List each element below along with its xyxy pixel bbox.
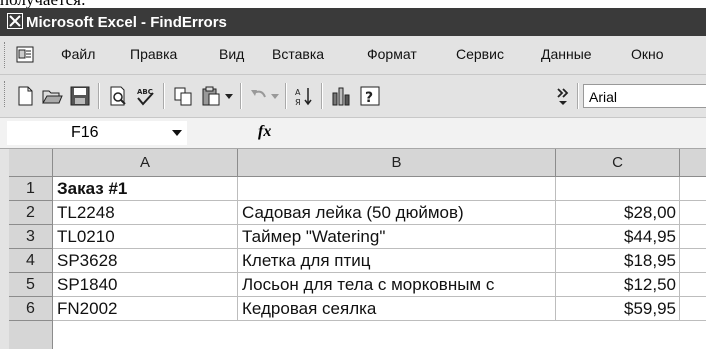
- name-box[interactable]: F16: [7, 121, 187, 145]
- menu-format[interactable]: Формат: [367, 46, 417, 62]
- cell-d1[interactable]: [680, 177, 706, 201]
- cell-c5[interactable]: $12,50: [556, 273, 680, 297]
- column-header-b[interactable]: B: [238, 149, 556, 177]
- help-icon[interactable]: ?: [359, 85, 381, 107]
- sort-icon[interactable]: AЯ: [293, 85, 315, 107]
- copy-icon[interactable]: [172, 85, 194, 107]
- cell-a5[interactable]: SP1840: [53, 273, 238, 297]
- menu-tools[interactable]: Сервис: [456, 46, 504, 62]
- row-header[interactable]: 5: [9, 273, 53, 297]
- cell-d6[interactable]: [680, 297, 706, 321]
- cell-a3[interactable]: TL0210: [53, 225, 238, 249]
- undo-icon[interactable]: [248, 85, 270, 107]
- cell-b4[interactable]: Клетка для птиц: [238, 249, 556, 273]
- paste-icon[interactable]: [200, 85, 222, 107]
- formula-bar: F16 fx: [0, 118, 706, 149]
- cell-a4[interactable]: SP3628: [53, 249, 238, 273]
- row-header[interactable]: 4: [9, 249, 53, 273]
- worksheet-grid: A B C 1 Заказ #1 2 TL2248 Садовая лейка …: [0, 149, 706, 349]
- toolbar-separator: [577, 83, 579, 109]
- function-icon[interactable]: fx: [258, 123, 271, 141]
- select-all-corner[interactable]: [9, 149, 53, 177]
- cell-d2[interactable]: [680, 201, 706, 225]
- toolbar-separator: [163, 83, 165, 109]
- toolbar-separator: [240, 83, 242, 109]
- svg-text:Я: Я: [295, 98, 301, 107]
- cell-c3[interactable]: $44,95: [556, 225, 680, 249]
- row-header[interactable]: 2: [9, 201, 53, 225]
- menu-grip[interactable]: [4, 42, 7, 68]
- cell-a2[interactable]: TL2248: [53, 201, 238, 225]
- menu-window[interactable]: Окно: [631, 46, 664, 62]
- more-icon[interactable]: [553, 85, 575, 107]
- column-header-a[interactable]: A: [53, 149, 238, 177]
- paste-dropdown-icon[interactable]: [225, 94, 233, 100]
- toolbar-separator: [321, 83, 323, 109]
- menu-data[interactable]: Данные: [541, 46, 592, 62]
- cell-c4[interactable]: $18,95: [556, 249, 680, 273]
- toolbar-separator: [285, 83, 287, 109]
- cell-d4[interactable]: [680, 249, 706, 273]
- menu-bar: Файл Правка Вид Вставка Формат Сервис Да…: [0, 36, 706, 75]
- menu-edit[interactable]: Правка: [130, 46, 177, 62]
- standard-toolbar: ABC AЯ ? Arial: [0, 75, 706, 118]
- cell-a6[interactable]: FN2002: [53, 297, 238, 321]
- print-preview-icon[interactable]: [107, 85, 129, 107]
- row-header[interactable]: 6: [9, 297, 53, 321]
- window-title: Microsoft Excel - FindErrors: [26, 14, 227, 31]
- title-bar: Microsoft Excel - FindErrors: [0, 8, 706, 36]
- cell-b5[interactable]: Лосьон для тела с морковным с: [238, 273, 556, 297]
- cell-d3[interactable]: [680, 225, 706, 249]
- cell-b3[interactable]: Таймер "Watering": [238, 225, 556, 249]
- chart-icon[interactable]: [330, 85, 352, 107]
- cell-a1[interactable]: Заказ #1: [53, 177, 238, 201]
- font-name-select[interactable]: Arial: [583, 84, 706, 108]
- cell-c1[interactable]: [556, 177, 680, 201]
- workbook-icon[interactable]: [16, 45, 36, 65]
- save-icon[interactable]: [69, 85, 91, 107]
- column-header-c[interactable]: C: [556, 149, 680, 177]
- name-box-value: F16: [71, 124, 99, 141]
- cell-c2[interactable]: $28,00: [556, 201, 680, 225]
- svg-text:A: A: [295, 88, 301, 97]
- excel-icon: [7, 13, 23, 29]
- svg-text:?: ?: [365, 90, 373, 106]
- cell-c6[interactable]: $59,95: [556, 297, 680, 321]
- column-header-d[interactable]: [680, 149, 706, 177]
- open-icon[interactable]: [41, 85, 63, 107]
- undo-dropdown-icon[interactable]: [271, 94, 279, 100]
- spelling-icon[interactable]: ABC: [134, 85, 156, 107]
- toolbar-grip[interactable]: [4, 81, 7, 107]
- menu-view[interactable]: Вид: [219, 46, 244, 62]
- cell-d5[interactable]: [680, 273, 706, 297]
- toolbar-separator: [98, 83, 100, 109]
- cell-b1[interactable]: [238, 177, 556, 201]
- cell-b2[interactable]: Садовая лейка (50 дюймов): [238, 201, 556, 225]
- row-header[interactable]: 3: [9, 225, 53, 249]
- row-header[interactable]: [9, 321, 53, 349]
- menu-insert[interactable]: Вставка: [272, 46, 324, 62]
- document-text: получается:: [0, 0, 706, 8]
- row-header[interactable]: 1: [9, 177, 53, 201]
- new-icon[interactable]: [14, 85, 36, 107]
- menu-file[interactable]: Файл: [61, 46, 95, 62]
- chevron-down-icon[interactable]: [172, 130, 182, 136]
- cell-b6[interactable]: Кедровая сеялка: [238, 297, 556, 321]
